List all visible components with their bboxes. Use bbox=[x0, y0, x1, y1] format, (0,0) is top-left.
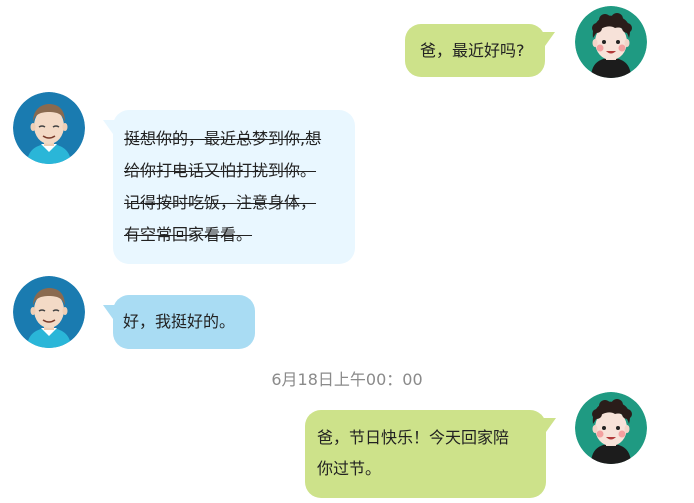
dad-avatar-icon[interactable] bbox=[13, 92, 85, 164]
son-avatar-icon[interactable] bbox=[575, 392, 647, 464]
message-bubble-son-1[interactable]: 爸，最近好吗? bbox=[405, 24, 555, 77]
bubble-tail-icon bbox=[542, 418, 556, 432]
message-text-line: 给你打电话又怕打扰到你。 bbox=[124, 161, 317, 180]
message-text: 爸，最近好吗? bbox=[420, 41, 525, 60]
message-text-line: 爸，节日快乐！今天回家陪 bbox=[317, 428, 510, 447]
message-text-line: 记得按时吃饭，注意身体， bbox=[124, 193, 317, 212]
message-text-line: 挺想你的，最近总梦到你,想 bbox=[124, 129, 322, 148]
bubble-tail-icon bbox=[103, 305, 117, 319]
message-bubble-son-2[interactable]: 爸，节日快乐！今天回家陪 你过节。 bbox=[305, 410, 556, 498]
message-text-line: 你过节。 bbox=[317, 459, 382, 478]
bubble-tail-icon bbox=[541, 32, 555, 46]
bubble-tail-icon bbox=[103, 120, 117, 134]
message-text: 好，我挺好的。 bbox=[123, 312, 236, 331]
message-text-line: 有空常回家看看。 bbox=[124, 225, 253, 244]
message-bubble-dad[interactable]: 好，我挺好的。 bbox=[103, 295, 255, 349]
message-bubble-dad-draft[interactable]: 挺想你的，最近总梦到你,想 给你打电话又怕打扰到你。 记得按时吃饭，注意身体， … bbox=[103, 110, 355, 264]
son-avatar-icon[interactable] bbox=[575, 6, 647, 78]
message-timestamp: 6月18日上午00：00 bbox=[271, 370, 423, 389]
dad-avatar-icon[interactable] bbox=[13, 276, 85, 348]
